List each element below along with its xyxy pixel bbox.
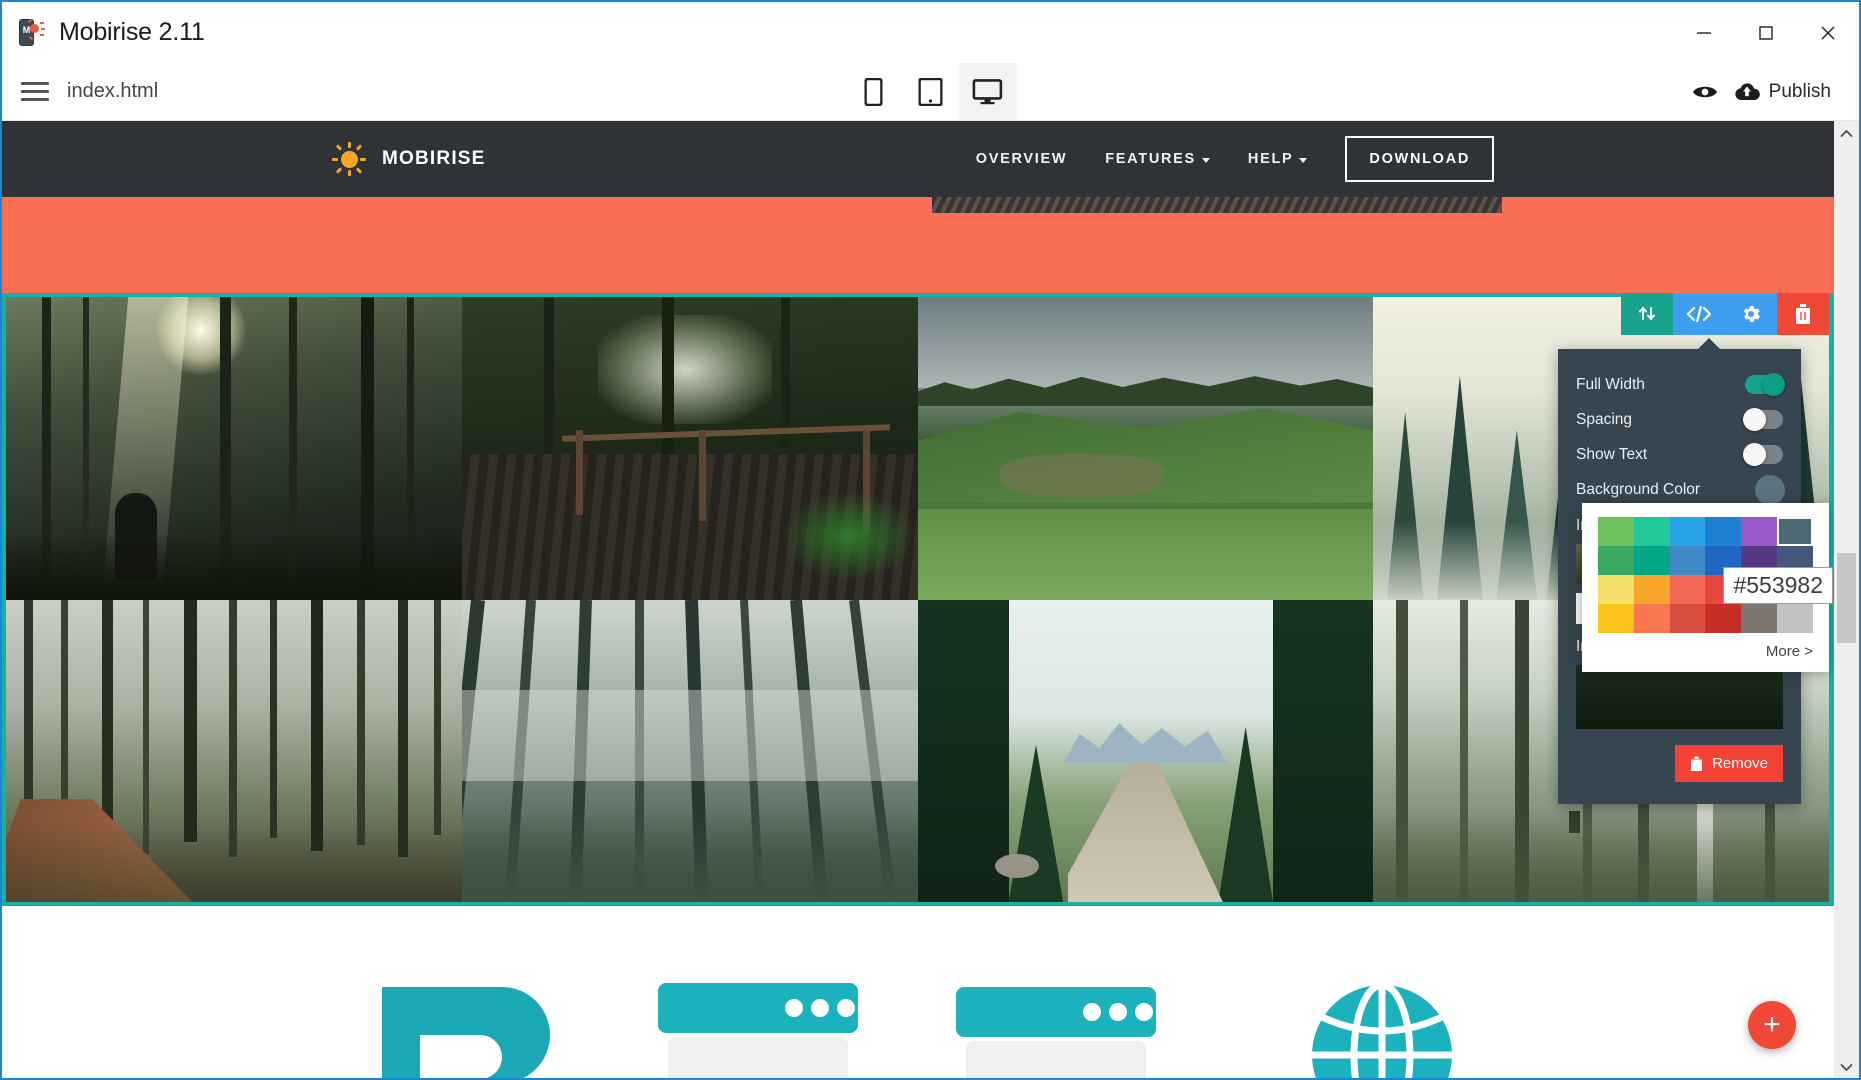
background-color-swatch[interactable]	[1755, 474, 1785, 505]
rounded-shape-icon	[372, 977, 577, 1078]
trash-icon	[1691, 756, 1703, 771]
color-swatch[interactable]	[1633, 517, 1670, 546]
setting-row-spacing[interactable]: Spacing	[1558, 402, 1801, 437]
nav-label: OVERVIEW	[975, 151, 1068, 167]
add-block-button[interactable]: +	[1748, 1001, 1796, 1049]
window-title: Mobirise 2.11	[59, 18, 205, 46]
color-swatch[interactable]	[1598, 604, 1634, 633]
color-swatch[interactable]	[1669, 546, 1706, 575]
hamburger-icon[interactable]	[18, 75, 52, 109]
site-canvas: MOBIRISE OVERVIEW FEATURES HELP DOWNLOAD	[2, 121, 1834, 1078]
nav-link-features[interactable]: FEATURES	[1105, 151, 1210, 167]
globe-icon	[1282, 977, 1482, 1078]
color-swatch[interactable]	[1598, 575, 1634, 604]
hero-striped-bar	[932, 197, 1502, 213]
color-swatch[interactable]	[1741, 604, 1778, 633]
color-picker-popup: More > #553982	[1582, 503, 1833, 672]
setting-row-full-width[interactable]: Full Width	[1558, 367, 1801, 402]
maximize-icon[interactable]	[1735, 2, 1797, 63]
gallery-grid	[6, 297, 1829, 902]
publish-label: Publish	[1768, 80, 1831, 102]
nav-link-help[interactable]: HELP	[1247, 151, 1308, 167]
block-settings-button[interactable]	[1725, 293, 1777, 335]
more-colors-link[interactable]: More >	[1598, 643, 1813, 660]
chevron-down-icon[interactable]	[1834, 1055, 1859, 1078]
toolbar-right-actions: Publish	[1692, 81, 1831, 103]
setting-label: Background Color	[1576, 480, 1701, 498]
color-swatch[interactable]	[1705, 517, 1742, 546]
window-controls	[1673, 2, 1859, 63]
delete-block-button[interactable]	[1777, 293, 1829, 335]
remove-button[interactable]: Remove	[1675, 745, 1783, 782]
color-swatch[interactable]	[1598, 546, 1634, 575]
canvas-scrollbar[interactable]	[1834, 121, 1859, 1078]
device-mobile-button[interactable]	[845, 63, 902, 120]
scrollbar-thumb[interactable]	[1837, 553, 1856, 643]
color-swatch[interactable]	[1777, 517, 1813, 546]
gallery-block[interactable]: Full Width Spacing Show Text Background …	[2, 293, 1834, 906]
color-swatch[interactable]	[1598, 517, 1634, 546]
title-bar: Mobirise 2.11	[2, 2, 1859, 63]
chevron-up-icon[interactable]	[1834, 121, 1859, 146]
setting-row-show-text[interactable]: Show Text	[1558, 437, 1801, 472]
gallery-image-3[interactable]	[917, 297, 1374, 600]
gallery-image-7[interactable]	[917, 599, 1374, 902]
gallery-image-2[interactable]	[461, 297, 918, 600]
download-button[interactable]: DOWNLOAD	[1345, 136, 1494, 182]
panel-arrow	[1697, 338, 1721, 350]
hero-section[interactable]	[2, 197, 1834, 293]
chevron-down-icon	[1299, 157, 1308, 163]
setting-label: Spacing	[1576, 410, 1633, 428]
color-swatch[interactable]	[1669, 604, 1706, 633]
file-name-label[interactable]: index.html	[67, 80, 158, 103]
app-window: Mobirise 2.11 index.html	[0, 0, 1861, 1080]
publish-button[interactable]: Publish	[1734, 81, 1831, 103]
image-preview[interactable]	[1576, 665, 1783, 729]
remove-label: Remove	[1712, 755, 1768, 772]
chevron-down-icon	[1201, 157, 1210, 163]
edit-code-button[interactable]	[1673, 293, 1725, 335]
nav-link-overview[interactable]: OVERVIEW	[976, 151, 1068, 167]
hex-value-tooltip: #553982	[1723, 567, 1833, 604]
color-swatch[interactable]	[1633, 575, 1670, 604]
gallery-image-1[interactable]	[6, 297, 462, 600]
color-swatch[interactable]	[1669, 517, 1706, 546]
features-section[interactable]	[2, 906, 1834, 1078]
color-swatch[interactable]	[1669, 575, 1706, 604]
minimize-icon[interactable]	[1673, 2, 1735, 63]
block-toolbar	[1621, 293, 1829, 335]
spacing-toggle[interactable]	[1743, 408, 1783, 431]
color-swatch[interactable]	[1777, 604, 1813, 633]
color-swatch[interactable]	[1705, 604, 1742, 633]
eye-icon	[1692, 86, 1717, 97]
move-block-button[interactable]	[1621, 293, 1673, 335]
preview-button[interactable]	[1692, 83, 1718, 101]
show-text-toggle[interactable]	[1743, 443, 1783, 466]
site-brand-label: MOBIRISE	[382, 148, 486, 169]
close-icon[interactable]	[1797, 2, 1859, 63]
device-tablet-button[interactable]	[902, 63, 959, 120]
site-navbar: MOBIRISE OVERVIEW FEATURES HELP DOWNLOAD	[2, 121, 1834, 197]
sun-icon	[332, 142, 366, 176]
browser-window-icon	[652, 977, 867, 1078]
app-toolbar: index.html Publish	[2, 63, 1859, 121]
gallery-image-5[interactable]	[6, 599, 462, 902]
full-width-toggle[interactable]	[1745, 373, 1785, 396]
gallery-image-6[interactable]	[461, 599, 918, 902]
cloud-upload-icon	[1735, 83, 1760, 100]
setting-label: Show Text	[1576, 445, 1648, 463]
setting-row-background-color[interactable]: Background Color	[1558, 472, 1801, 507]
color-swatch[interactable]	[1741, 517, 1778, 546]
color-swatch[interactable]	[1633, 604, 1670, 633]
device-desktop-button[interactable]	[959, 63, 1016, 120]
browser-window-icon	[950, 977, 1165, 1078]
nav-label: HELP	[1247, 151, 1294, 167]
device-preview-switch	[845, 63, 1016, 120]
setting-label: Full Width	[1576, 375, 1645, 393]
mobirise-logo-icon	[16, 18, 46, 48]
site-menu: OVERVIEW FEATURES HELP DOWNLOAD	[976, 136, 1494, 182]
site-logo[interactable]: MOBIRISE	[332, 142, 486, 176]
color-swatch[interactable]	[1633, 546, 1670, 575]
nav-label: FEATURES	[1105, 151, 1196, 167]
